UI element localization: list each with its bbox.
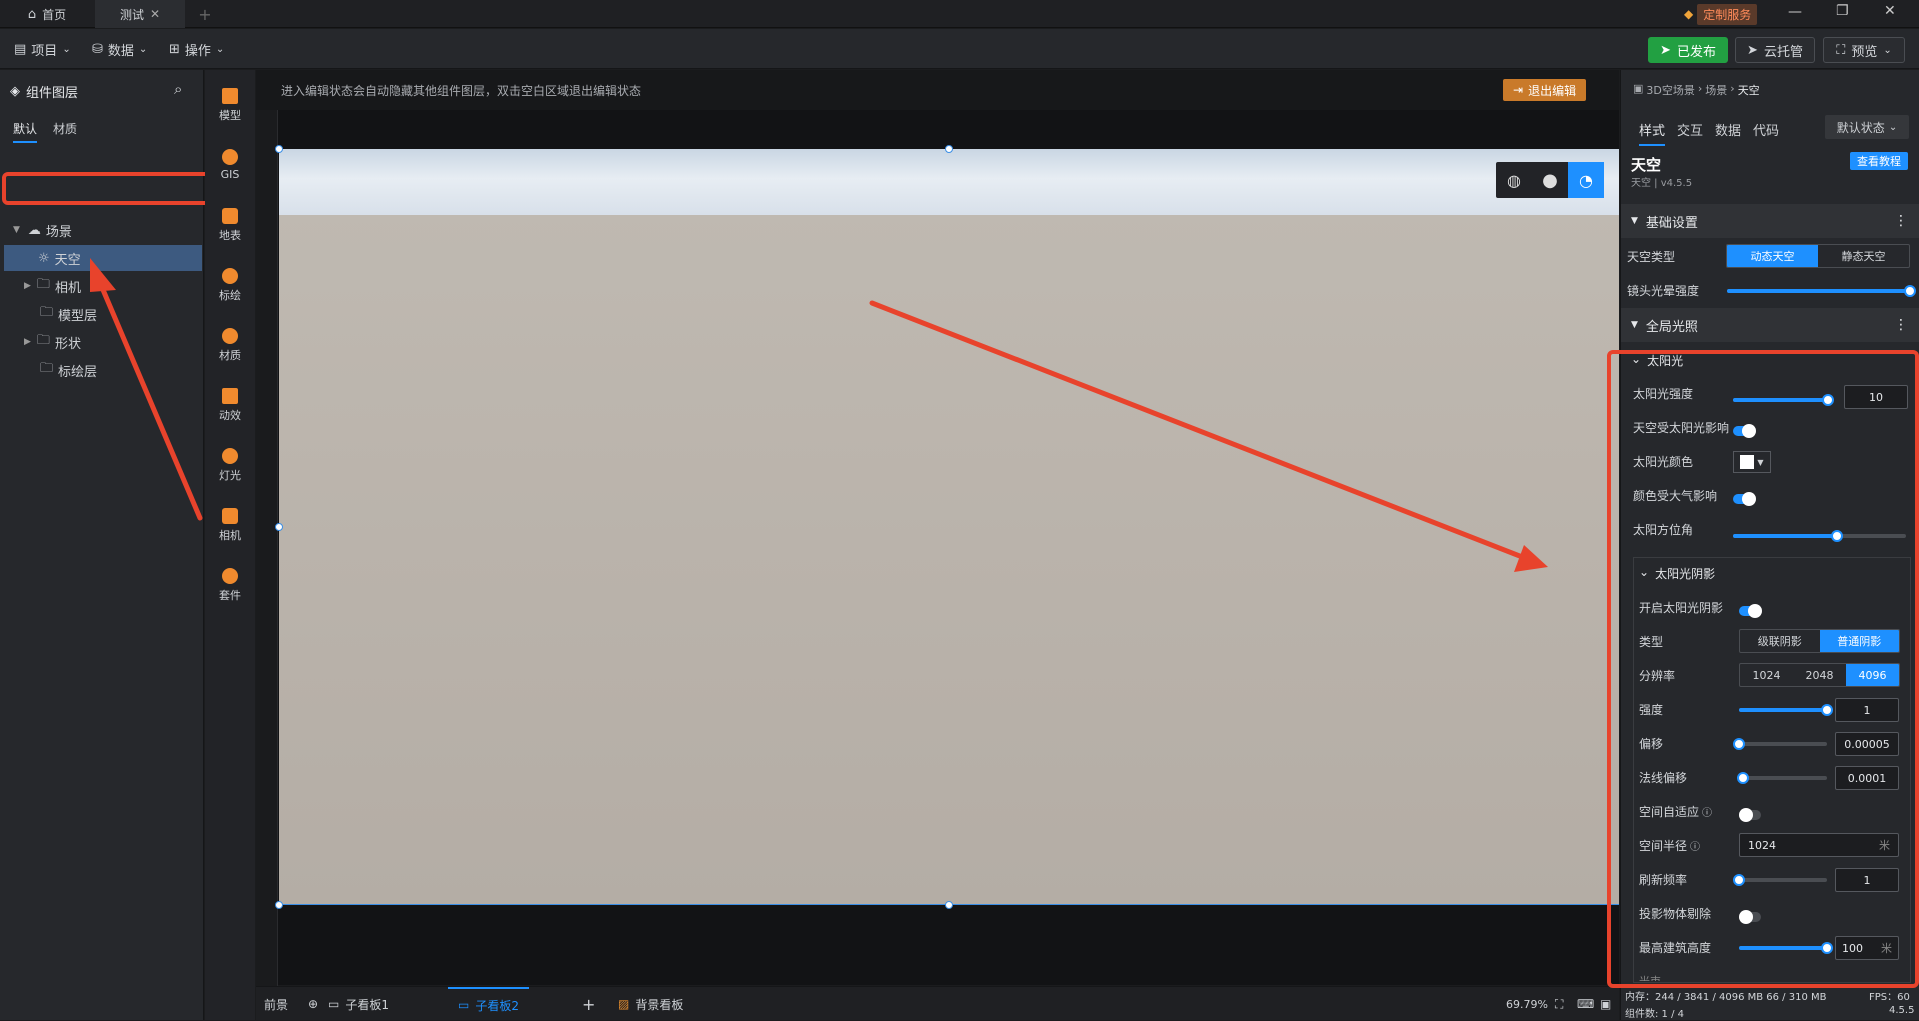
image-icon: ▨ — [618, 997, 630, 1011]
component-title: 天空 — [1631, 156, 1662, 174]
version-label: 4.5.5 — [1889, 1005, 1915, 1016]
component-version: 天空 | v4.5.5 — [1631, 178, 1693, 189]
monitor-icon: ▭ — [328, 997, 340, 1011]
lens-flare-label: 镜头光晕强度 — [1627, 284, 1700, 298]
breadcrumb: ▣ 3D空场景 › 场景 › 天空 — [1633, 82, 1760, 97]
annotation-arrow-left — [95, 275, 203, 521]
memory-status: 内存：244 / 3841 / 4096 MB 66 / 310 MB — [1625, 992, 1827, 1003]
add-board-button[interactable]: + — [582, 987, 595, 1021]
tab-data[interactable]: 数据 — [1715, 120, 1741, 139]
option-static-sky[interactable]: 静态天空 — [1818, 245, 1909, 267]
state-select[interactable]: 默认状态 ⌄ — [1825, 115, 1909, 139]
section-global-light[interactable]: ▼ 全局光照 ⋮ — [1621, 308, 1919, 342]
more-icon[interactable]: ⋮ — [1894, 213, 1908, 229]
board-tab-bar: 前景 ⊕ ▭ 子看板1 ▭ 子看板2 + ▨ 背景看板 69.79% ⛶ ⌨ ▣ — [256, 986, 1619, 1020]
section-basic-settings[interactable]: ▼ 基础设置 ⋮ — [1621, 204, 1919, 238]
caret-down-icon: ▼ — [1631, 216, 1638, 226]
fps-status: FPS：60 — [1869, 992, 1910, 1003]
sky-type-label: 天空类型 — [1627, 250, 1676, 264]
fit-screen-icon[interactable]: ⛶ — [1555, 987, 1563, 1021]
terminal-icon[interactable]: ▣ — [1600, 987, 1611, 1021]
tab-style[interactable]: 样式 — [1639, 120, 1666, 146]
lens-flare-slider[interactable] — [1727, 285, 1916, 297]
option-dynamic-sky[interactable]: 动态天空 — [1727, 245, 1818, 267]
tab-background-board[interactable]: ▨ 背景看板 — [618, 987, 683, 1021]
annotation-arrow-right — [869, 300, 1533, 563]
tab-sub-board-2[interactable]: ▭ 子看板2 — [448, 987, 529, 1021]
tab-interaction[interactable]: 交互 — [1677, 120, 1703, 139]
view-tutorial-button[interactable]: 查看教程 — [1850, 152, 1908, 170]
component-count: 组件数: 1 / 4 — [1625, 1009, 1684, 1020]
tab-code[interactable]: 代码 — [1753, 120, 1779, 139]
arrow-head-icon — [90, 258, 116, 292]
annotation-highlight-global-light — [1607, 350, 1919, 988]
caret-down-icon: ▼ — [1631, 320, 1638, 330]
tab-foreground[interactable]: 前景 ⊕ — [264, 987, 318, 1021]
arrow-head-icon — [1514, 545, 1548, 572]
layers-icon: ▣ — [1633, 82, 1644, 95]
add-circle-icon[interactable]: ⊕ — [308, 997, 318, 1011]
more-icon[interactable]: ⋮ — [1894, 317, 1908, 333]
keyboard-icon[interactable]: ⌨ — [1577, 987, 1594, 1021]
tab-sub-board-1[interactable]: ▭ 子看板1 — [328, 987, 389, 1021]
chevron-down-icon: ⌄ — [1888, 121, 1898, 133]
zoom-level[interactable]: 69.79% — [1506, 987, 1548, 1021]
monitor-icon: ▭ — [458, 998, 470, 1012]
sky-type-segmented[interactable]: 动态天空 静态天空 — [1726, 244, 1910, 268]
